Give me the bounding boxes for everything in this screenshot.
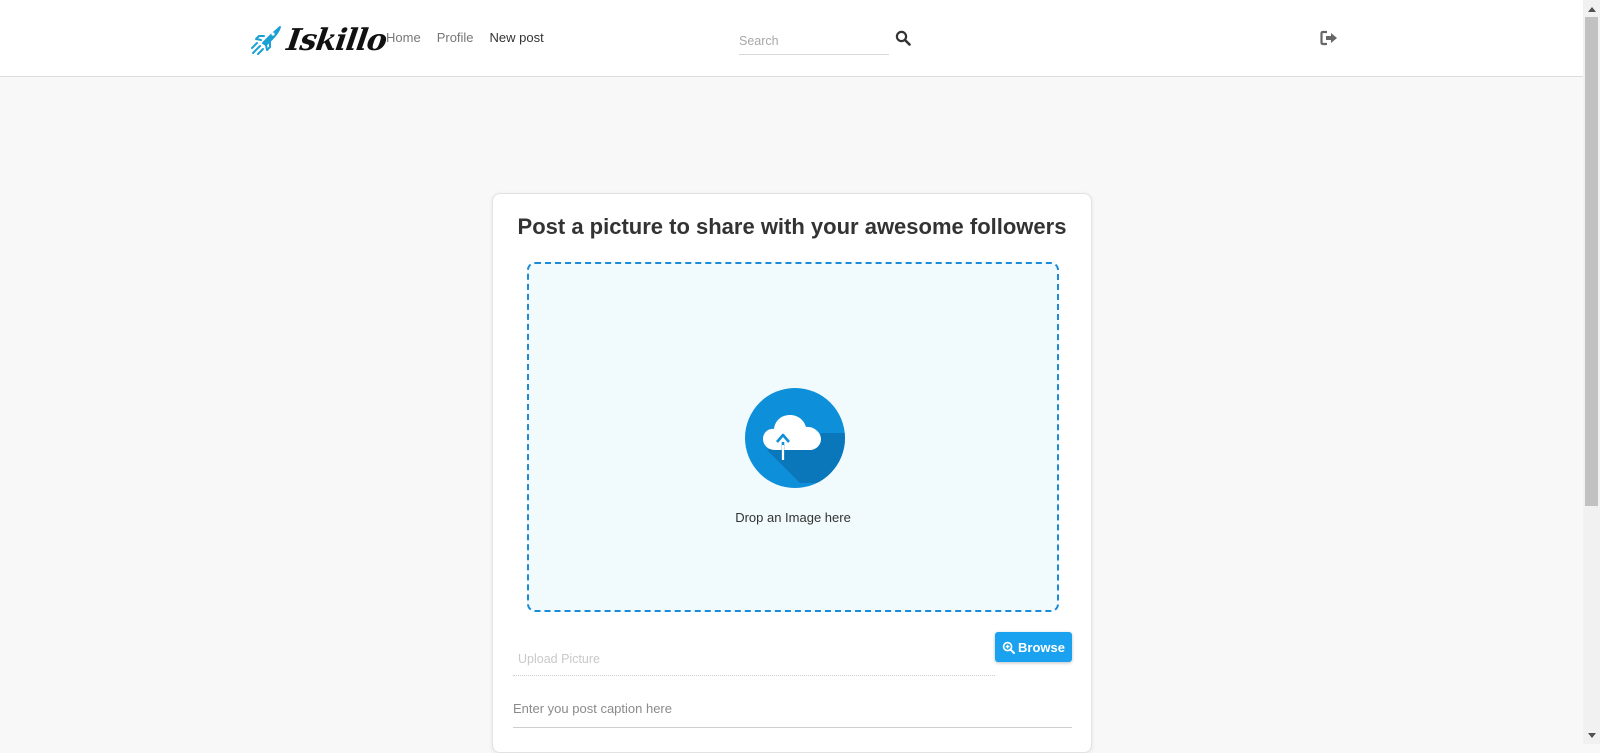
sign-out-icon[interactable] (1320, 30, 1338, 46)
caption-input[interactable] (513, 690, 1072, 727)
nav-home[interactable]: Home (386, 30, 421, 45)
browse-label: Browse (1018, 639, 1065, 655)
nav-profile[interactable]: Profile (437, 30, 474, 45)
scroll-up-arrow[interactable] (1583, 0, 1600, 17)
main-nav: Home Profile New post (386, 30, 560, 45)
chevron-up-icon (1587, 6, 1596, 12)
page-scrollbar[interactable] (1583, 0, 1600, 744)
search-field (739, 28, 889, 55)
dropzone-text: Drop an Image here (735, 510, 851, 525)
rocket-icon (251, 26, 281, 55)
cloud-upload-icon (745, 388, 845, 488)
search-icon[interactable] (895, 30, 911, 46)
page-title: Post a picture to share with your awesom… (517, 214, 1067, 239)
chevron-down-icon (1587, 732, 1596, 738)
top-navbar: Iskillo Home Profile New post (0, 0, 1583, 77)
nav-new-post[interactable]: New post (490, 30, 544, 45)
search-input[interactable] (739, 28, 889, 54)
caption-field (513, 690, 1072, 728)
upload-picture-input[interactable] (513, 642, 995, 675)
new-post-card: Post a picture to share with your awesom… (492, 193, 1092, 753)
brand-name: Iskillo (284, 22, 389, 58)
image-dropzone[interactable]: Drop an Image here (527, 262, 1059, 612)
zoom-in-icon (1002, 641, 1016, 654)
brand-logo[interactable]: Iskillo (249, 20, 389, 60)
scroll-thumb[interactable] (1585, 17, 1598, 506)
scroll-down-arrow[interactable] (1583, 727, 1600, 744)
browse-button[interactable]: Browse (995, 632, 1072, 662)
upload-picture-field (513, 642, 995, 676)
